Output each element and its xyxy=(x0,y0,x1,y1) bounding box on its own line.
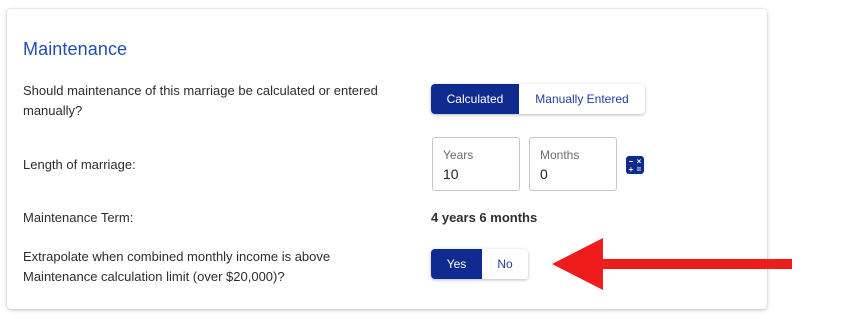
months-field-label: Months xyxy=(540,148,580,162)
section-title: Maintenance xyxy=(23,39,128,59)
extrapolate-label: Extrapolate when combined monthly income… xyxy=(23,249,331,284)
maintenance-term-value: 4 years 6 months xyxy=(431,210,538,225)
calculation-method-label: Should maintenance of this marriage be c… xyxy=(23,83,378,118)
years-field-value[interactable]: 10 xyxy=(443,166,459,182)
maintenance-term-label: Maintenance Term: xyxy=(23,210,134,225)
extrapolate-toggle: Yes No xyxy=(431,249,528,279)
months-field-value[interactable]: 0 xyxy=(540,166,548,182)
calculator-icon[interactable]: − × + = xyxy=(626,156,644,174)
no-button[interactable]: No xyxy=(482,249,528,279)
red-arrow-left-icon xyxy=(552,238,792,290)
years-field[interactable]: Years 10 xyxy=(432,137,520,191)
months-field[interactable]: Months 0 xyxy=(529,137,617,191)
length-of-marriage-label: Length of marriage: xyxy=(23,157,136,172)
page: Maintenance Should maintenance of this m… xyxy=(0,0,863,319)
calculation-method-toggle: Calculated Manually Entered xyxy=(431,84,645,114)
yes-button[interactable]: Yes xyxy=(431,249,482,279)
manually-entered-button[interactable]: Manually Entered xyxy=(519,84,645,114)
years-field-label: Years xyxy=(443,148,474,162)
calculated-button[interactable]: Calculated xyxy=(431,84,519,114)
